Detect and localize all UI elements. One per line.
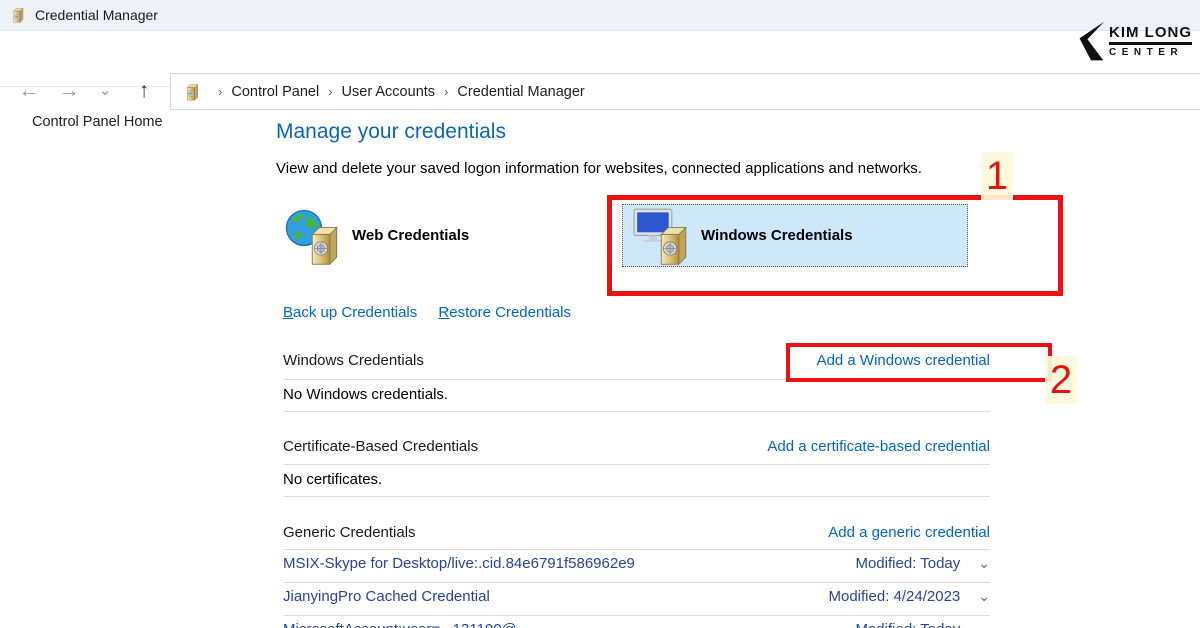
divider [283,464,990,465]
tile-web-credentials[interactable]: Web Credentials [284,204,469,267]
divider [283,615,990,616]
divider [283,582,990,583]
add-certificate-credential-link[interactable]: Add a certificate-based credential [767,438,990,455]
generic-credentials-section-header: Generic Credentials Add a generic creden… [283,524,990,541]
add-generic-credential-link[interactable]: Add a generic credential [828,524,990,541]
chevron-down-icon[interactable]: ⌄ [978,555,990,572]
kim-long-center-watermark: KIM LONG CENTER [1076,20,1192,62]
annotation-step-2: 2 [1045,356,1077,404]
recent-locations-chevron-icon[interactable]: ⌄ [92,77,118,105]
logo-line1: KIM LONG [1109,24,1192,45]
credential-name: JianyingPro Cached Credential [283,588,490,605]
credential-row-jianyingpro[interactable]: JianyingPro Cached Credential Modified: … [283,588,990,605]
breadcrumb-separator-icon: › [444,84,448,99]
location-vault-icon[interactable] [182,83,200,101]
credential-manager-window: Credential Manager ← → ⌄ ↑ › Control Pan… [0,0,1200,628]
page-description: View and delete your saved logon informa… [276,160,922,177]
titlebar: Credential Manager [0,0,1200,31]
divider [283,496,990,497]
restore-accel: R [438,304,449,321]
restore-rest: estore Credentials [449,304,571,321]
credential-modified: Modified: 4/24/2023 [829,588,961,605]
credential-meta: Modified: Today ⌄ [855,621,990,628]
window-title: Credential Manager [35,7,158,23]
credential-modified: Modified: Today [855,621,960,628]
chevron-down-icon[interactable]: ⌄ [978,621,990,628]
credential-row-msix-skype[interactable]: MSIX-Skype for Desktop/live:.cid.84e6791… [283,555,990,572]
annotation-box-1 [607,195,1063,296]
divider [283,549,990,550]
certificate-credentials-section-header: Certificate-Based Credentials Add a cert… [283,438,990,455]
logo-line2: CENTER [1109,45,1192,58]
section-title: Generic Credentials [283,524,416,541]
page-title: Manage your credentials [276,120,506,144]
web-credentials-icon [284,206,344,266]
windows-credentials-empty-row: No Windows credentials. [283,386,990,403]
breadcrumb-separator-icon: › [218,84,222,99]
logo-text: KIM LONG CENTER [1109,24,1192,58]
breadcrumb-separator-icon: › [328,84,332,99]
section-title: Windows Credentials [283,352,424,369]
credential-meta: Modified: Today ⌄ [855,555,990,572]
empty-message: No certificates. [283,471,382,488]
annotation-box-2 [786,343,1052,382]
certificate-credentials-empty-row: No certificates. [283,471,990,488]
tile-label: Web Credentials [352,227,469,244]
divider [283,411,990,412]
credential-manager-app-icon [9,7,25,23]
navigation-toolbar: ← → ⌄ ↑ › Control Panel › User Accounts … [0,31,1200,87]
back-icon[interactable]: ← [12,77,46,105]
breadcrumb-item-user-accounts[interactable]: User Accounts [342,84,436,100]
credential-row-microsoft-account[interactable]: MicrosoftAccount:user=...131100@... Modi… [283,621,990,628]
credential-modified: Modified: Today [855,555,960,572]
backup-accel: B [283,304,293,321]
forward-icon[interactable]: → [52,77,86,105]
restore-credentials-link[interactable]: Restore Credentials [438,304,571,321]
vault-icon [300,224,342,266]
breadcrumb-item-control-panel[interactable]: Control Panel [231,84,319,100]
credential-toolbar-links: Back up Credentials Restore Credentials [283,304,588,321]
backup-credentials-link[interactable]: Back up Credentials [283,304,417,321]
logo-chevron-icon [1076,20,1106,62]
up-icon[interactable]: ↑ [128,77,160,105]
section-title: Certificate-Based Credentials [283,438,478,455]
nav-buttons: ← → ⌄ ↑ [12,77,160,105]
breadcrumb: › Control Panel › User Accounts › Creden… [170,73,1200,110]
credential-meta: Modified: 4/24/2023 ⌄ [829,588,991,605]
credential-name: MicrosoftAccount:user=...131100@... [283,621,529,628]
empty-message: No Windows credentials. [283,386,448,403]
credential-name: MSIX-Skype for Desktop/live:.cid.84e6791… [283,555,635,572]
chevron-down-icon[interactable]: ⌄ [978,588,990,605]
annotation-step-1: 1 [981,152,1013,200]
backup-rest: ack up Credentials [293,304,417,321]
breadcrumb-item-credential-manager[interactable]: Credential Manager [457,84,584,100]
sidebar-item-control-panel-home[interactable]: Control Panel Home [32,114,163,130]
